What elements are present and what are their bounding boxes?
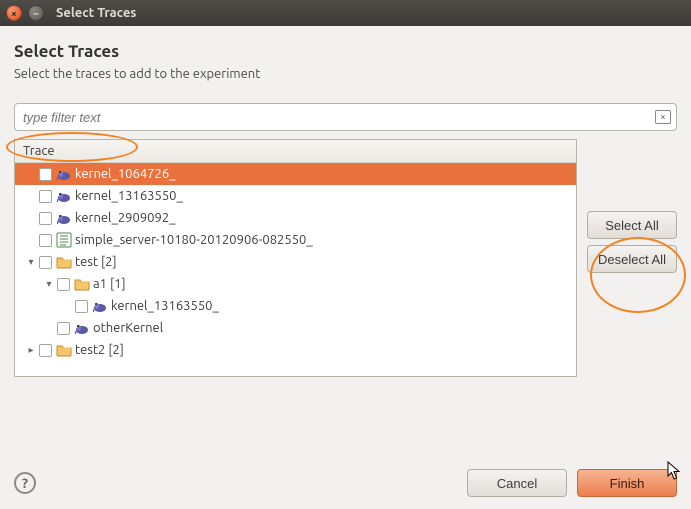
tree-row[interactable]: kernel_2909092_ — [15, 207, 576, 229]
tree-row-label: kernel_2909092_ — [75, 211, 176, 225]
checkbox[interactable] — [75, 300, 88, 313]
chevron-down-icon[interactable]: ▾ — [43, 278, 55, 290]
tree-row[interactable]: kernel_13163550_ — [15, 185, 576, 207]
cancel-button[interactable]: Cancel — [467, 469, 567, 497]
tree-row-label: test2 [2] — [75, 343, 124, 357]
minimize-icon[interactable]: – — [28, 5, 44, 21]
tree-row[interactable]: ▾ a1 [1] — [15, 273, 576, 295]
checkbox[interactable] — [39, 212, 52, 225]
checkbox[interactable] — [39, 168, 52, 181]
filter-input[interactable] — [14, 103, 677, 131]
trace-icon — [56, 210, 72, 226]
finish-button[interactable]: Finish — [577, 469, 677, 497]
config-icon — [56, 232, 72, 248]
trace-icon — [92, 298, 108, 314]
trace-icon — [74, 320, 90, 336]
tree-column-header: Trace — [15, 140, 576, 163]
checkbox[interactable] — [57, 322, 70, 335]
tree-row-label: kernel_1064726_ — [75, 167, 176, 181]
checkbox[interactable] — [39, 256, 52, 269]
trace-icon — [56, 166, 72, 182]
chevron-right-icon[interactable]: ▸ — [25, 344, 37, 356]
close-icon[interactable]: × — [6, 5, 22, 21]
trace-tree[interactable]: Trace kernel_1064726_ kernel_13163550_ k… — [14, 139, 577, 377]
tree-row-label: a1 [1] — [93, 277, 126, 291]
clear-icon[interactable]: × — [655, 110, 671, 124]
page-subtitle: Select the traces to add to the experime… — [14, 67, 677, 81]
tree-row-label: kernel_13163550_ — [75, 189, 183, 203]
help-icon[interactable]: ? — [14, 472, 36, 494]
folder-icon — [56, 254, 72, 270]
checkbox[interactable] — [39, 234, 52, 247]
checkbox[interactable] — [39, 344, 52, 357]
window-title: Select Traces — [56, 6, 136, 20]
checkbox[interactable] — [39, 190, 52, 203]
tree-row[interactable]: kernel_13163550_ — [15, 295, 576, 317]
tree-row[interactable]: kernel_1064726_ — [15, 163, 576, 185]
tree-row-label: kernel_13163550_ — [111, 299, 219, 313]
tree-row[interactable]: simple_server-10180-20120906-082550_ — [15, 229, 576, 251]
tree-row-label: test [2] — [75, 255, 117, 269]
tree-row[interactable]: ▾ test [2] — [15, 251, 576, 273]
tree-row[interactable]: otherKernel — [15, 317, 576, 339]
checkbox[interactable] — [57, 278, 70, 291]
page-title: Select Traces — [14, 42, 677, 61]
folder-icon — [56, 342, 72, 358]
chevron-down-icon[interactable]: ▾ — [25, 256, 37, 268]
titlebar: × – Select Traces — [0, 0, 691, 26]
folder-icon — [74, 276, 90, 292]
tree-row-label: otherKernel — [93, 321, 163, 335]
deselect-all-button[interactable]: Deselect All — [587, 245, 677, 273]
select-all-button[interactable]: Select All — [587, 211, 677, 239]
tree-row[interactable]: ▸ test2 [2] — [15, 339, 576, 361]
trace-icon — [56, 188, 72, 204]
tree-row-label: simple_server-10180-20120906-082550_ — [75, 233, 313, 247]
